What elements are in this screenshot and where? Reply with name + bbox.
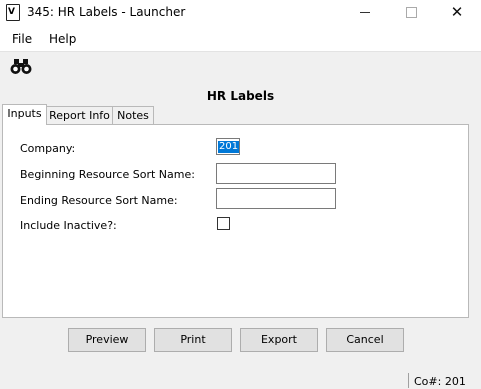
maximize-button[interactable]	[388, 0, 434, 24]
menu-file[interactable]: File	[12, 32, 32, 46]
window-title: 345: HR Labels - Launcher	[27, 5, 186, 19]
preview-button[interactable]: Preview	[68, 328, 146, 352]
print-button[interactable]: Print	[154, 328, 232, 352]
include-inactive-label: Include Inactive?:	[20, 219, 117, 232]
export-button[interactable]: Export	[240, 328, 318, 352]
minimize-icon	[360, 12, 370, 13]
app-icon: V	[6, 4, 20, 21]
minimize-button[interactable]	[342, 0, 388, 24]
company-label: Company:	[20, 142, 76, 155]
tab-inputs[interactable]: Inputs	[2, 104, 47, 125]
status-company: Co#: 201	[414, 375, 466, 388]
beginning-sort-input[interactable]	[216, 163, 336, 184]
company-field[interactable]: 201	[216, 138, 240, 155]
close-icon: ✕	[450, 3, 464, 21]
close-button[interactable]: ✕	[434, 0, 480, 24]
menu-bar: File Help	[0, 26, 481, 52]
tab-notes[interactable]: Notes	[112, 106, 154, 125]
toolbar	[0, 52, 481, 82]
app-icon-glyph: V	[8, 7, 15, 17]
form-title: HR Labels	[206, 89, 275, 103]
include-inactive-checkbox[interactable]	[217, 217, 230, 230]
beginning-sort-label: Beginning Resource Sort Name:	[20, 168, 195, 181]
ending-sort-input[interactable]	[216, 188, 336, 209]
tab-report-info[interactable]: Report Info	[46, 106, 113, 125]
maximize-icon	[406, 7, 417, 18]
status-divider	[408, 373, 409, 388]
title-bar: V 345: HR Labels - Launcher ✕	[0, 0, 481, 26]
company-value: 201	[218, 141, 240, 153]
status-bar: Co#: 201	[0, 371, 481, 389]
cancel-button[interactable]: Cancel	[326, 328, 404, 352]
ending-sort-label: Ending Resource Sort Name:	[20, 194, 178, 207]
menu-help[interactable]: Help	[49, 32, 76, 46]
binoculars-icon[interactable]	[10, 59, 32, 75]
